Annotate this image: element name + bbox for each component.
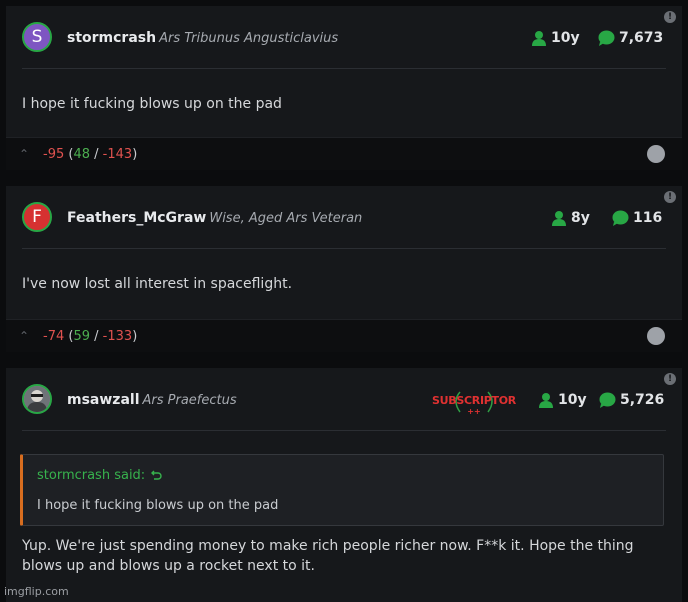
tenure-stat: 10y	[531, 30, 580, 46]
author-info: msawzall Ars Praefectus	[67, 392, 237, 408]
comments-stat: 7,673	[598, 30, 663, 46]
score-paren-close: )	[132, 146, 138, 162]
user-icon	[552, 211, 566, 226]
net-score: -74	[43, 328, 65, 344]
post-footer: ⌃ -95 (48 / -143)	[6, 137, 682, 170]
upvote-count: 48	[73, 146, 90, 162]
username[interactable]: Feathers_McGraw	[67, 210, 206, 226]
post-header: S stormcrash Ars Tribunus Angusticlavius …	[22, 6, 666, 69]
quote-text: I hope it fucking blows up on the pad	[37, 498, 279, 513]
tenure-value: 10y	[558, 392, 587, 408]
reaction-button[interactable]	[647, 327, 665, 345]
comments-stat: 5,726	[599, 392, 664, 408]
net-score: -95	[43, 146, 65, 162]
avatar[interactable]: F	[22, 202, 52, 232]
subscriptor-label: SUBSCRIPTOR	[432, 394, 516, 407]
speech-bubble-icon	[599, 392, 616, 408]
speech-bubble-icon	[598, 30, 615, 46]
author-info: stormcrash Ars Tribunus Angusticlavius	[67, 30, 338, 46]
quote-attribution[interactable]: stormcrash said:	[37, 468, 162, 483]
vote-score: -95 (48 / -143)	[43, 147, 137, 162]
username[interactable]: msawzall	[67, 392, 140, 408]
post-footer: ⌃ -74 (59 / -133)	[6, 319, 682, 352]
upvote-count: 59	[73, 328, 90, 344]
post-body: I hope it fucking blows up on the pad	[22, 96, 282, 112]
comment-count: 7,673	[619, 30, 664, 46]
quote-author[interactable]: stormcrash said:	[37, 468, 145, 483]
post-header: F Feathers_McGraw Wise, Aged Ars Veteran …	[22, 186, 666, 249]
score-separator: /	[94, 146, 99, 162]
tenure-value: 8y	[571, 210, 590, 226]
comments-stat: 116	[612, 210, 662, 226]
upvote-icon[interactable]: ⌃	[16, 328, 32, 344]
upvote-icon[interactable]: ⌃	[16, 146, 32, 162]
tenure-stat: 8y	[551, 210, 590, 226]
user-title: Ars Tribunus Angusticlavius	[159, 31, 339, 46]
downvote-count: -143	[102, 146, 133, 162]
subscriptor-badge: SUBSCRIPTOR ++	[430, 386, 518, 416]
reaction-button[interactable]	[647, 145, 665, 163]
user-title: Ars Praefectus	[142, 393, 237, 408]
username[interactable]: stormcrash	[67, 30, 156, 46]
speech-bubble-icon	[612, 210, 629, 226]
subscriptor-plus: ++	[467, 407, 481, 416]
quote-block: stormcrash said: I hope it fucking blows…	[20, 454, 664, 526]
avatar-photo-icon	[24, 386, 50, 412]
comment-count: 116	[633, 210, 663, 226]
tenure-value: 10y	[551, 30, 580, 46]
post-3: ! msawzall Ars Praefectus SUBSCRIPTOR ++ …	[6, 368, 682, 602]
post-body: Yup. We're just spending money to make r…	[22, 538, 634, 574]
avatar[interactable]: S	[22, 22, 52, 52]
post-2: ! F Feathers_McGraw Wise, Aged Ars Vetera…	[6, 186, 682, 352]
post-header: msawzall Ars Praefectus SUBSCRIPTOR ++ 10…	[22, 368, 666, 431]
downvote-count: -133	[102, 328, 133, 344]
vote-score: -74 (59 / -133)	[43, 329, 137, 344]
score-separator: /	[94, 328, 99, 344]
user-icon	[539, 393, 553, 408]
user-title: Wise, Aged Ars Veteran	[209, 211, 363, 226]
score-paren-close: )	[132, 328, 138, 344]
jump-to-quote-icon[interactable]	[151, 470, 162, 481]
comment-count: 5,726	[620, 392, 665, 408]
avatar[interactable]	[22, 384, 52, 414]
post-body: I've now lost all interest in spacefligh…	[22, 276, 293, 292]
watermark: imgflip.com	[4, 585, 69, 598]
tenure-stat: 10y	[538, 392, 587, 408]
user-icon	[532, 31, 546, 46]
author-info: Feathers_McGraw Wise, Aged Ars Veteran	[67, 210, 362, 226]
post-1: ! S stormcrash Ars Tribunus Angusticlaviu…	[6, 6, 682, 170]
